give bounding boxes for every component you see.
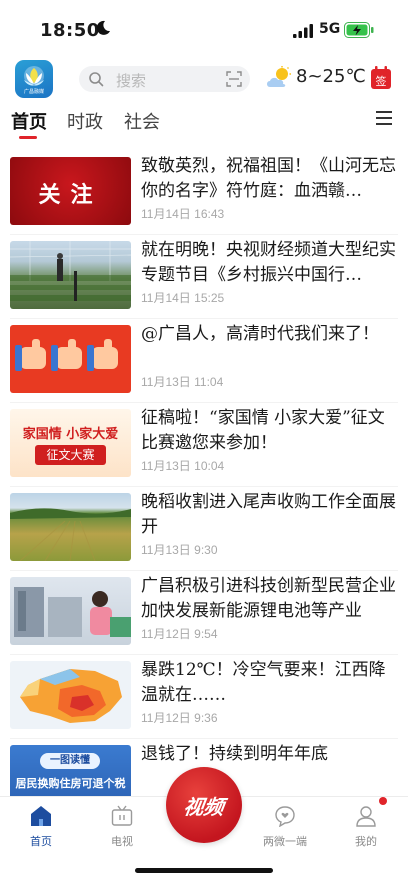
divider: [10, 738, 398, 739]
news-thumbnail: [10, 493, 131, 561]
weather-cloudy-sun-icon: [267, 66, 291, 87]
nav-mine[interactable]: 我的: [336, 805, 396, 849]
news-item[interactable]: @广昌人，高清时代我们来了！ 11月13日 11:04: [0, 322, 408, 406]
news-time: 11月12日 9:54: [141, 627, 218, 641]
news-thumbnail: 关注: [10, 157, 131, 225]
news-item[interactable]: 暴跌12℃！冷空气要来！江西降温就在…… 11月12日 9:36: [0, 658, 408, 742]
nav-home[interactable]: 首页: [11, 805, 71, 849]
news-time: 11月13日 11:04: [141, 375, 224, 389]
nav-tv[interactable]: 电视: [92, 805, 152, 849]
news-title: 就在明晚！央视财经频道大型纪实专题节目《乡村振兴中国行…: [141, 240, 396, 285]
news-thumbnail: [10, 325, 131, 393]
news-item[interactable]: 家国情 小家大爱 征文大赛 征稿啦！“家国情 小家大爱”征文比赛邀您来参加！ 1…: [0, 406, 408, 490]
thumb-caption-line1: 家国情 小家大爱: [22, 427, 119, 442]
search-icon: [89, 72, 104, 87]
nav-microsite[interactable]: 两微一端: [255, 805, 315, 849]
news-thumbnail: [10, 241, 131, 309]
tv-icon: [111, 805, 133, 826]
news-time: 11月13日 9:30: [141, 543, 218, 557]
news-title: 征稿啦！“家国情 小家大爱”征文比赛邀您来参加！: [141, 408, 385, 453]
thumbs-up-graphic: [15, 339, 118, 371]
calendar-sign-icon: 签: [371, 66, 391, 89]
factory-photo: [14, 587, 131, 637]
search-placeholder: 搜索: [116, 72, 147, 90]
user-icon: [356, 806, 376, 827]
active-tab-indicator: [19, 136, 37, 139]
news-title: 退钱了！持续到明年年底: [141, 744, 328, 764]
signal-icon: [293, 24, 313, 38]
divider: [10, 318, 398, 319]
news-item[interactable]: 关注 致敬英烈，祝福祖国！《山河无忘 你的名字》符竹庭：血洒赣… 11月14日 …: [0, 154, 408, 238]
menu-icon[interactable]: [376, 111, 392, 125]
sign-in-button[interactable]: 签: [370, 66, 392, 90]
video-button[interactable]: 视频: [166, 767, 242, 843]
home-icon: [31, 806, 51, 826]
news-title: @广昌人，高清时代我们来了！: [141, 324, 379, 344]
divider: [10, 486, 398, 487]
temperature-map: [20, 669, 122, 723]
sign-label: 签: [376, 74, 387, 88]
news-title: 广昌积极引进科技创新型民营企业 加快发展新能源锂电池等产业: [141, 576, 396, 621]
tab-politics[interactable]: 时政: [67, 108, 103, 134]
network-type: 5G: [319, 21, 341, 37]
thumb-caption-line1: 一图读懂: [40, 753, 100, 769]
divider: [10, 570, 398, 571]
nav-mine-label: 我的: [355, 835, 377, 848]
rice-field-photo: [10, 508, 131, 561]
news-thumbnail: 家国情 小家大爱 征文大赛: [10, 409, 131, 477]
heart-chat-icon: [275, 806, 295, 827]
home-indicator: [135, 868, 273, 873]
news-time: 11月12日 9:36: [141, 711, 218, 725]
news-item[interactable]: 就在明晚！央视财经频道大型纪实专题节目《乡村振兴中国行… 11月14日 15:2…: [0, 238, 408, 322]
thumb-caption: 关注: [38, 182, 103, 208]
news-thumbnail: [10, 577, 131, 645]
nav-tv-label: 电视: [111, 835, 133, 848]
status-time: 18:50: [40, 20, 100, 41]
battery-icon: [344, 22, 374, 38]
search-bar[interactable]: 搜索: [79, 66, 250, 92]
nav-microsite-label: 两微一端: [263, 835, 307, 848]
channel-tabs: 首页 时政 社会: [0, 108, 408, 140]
nav-home-label: 首页: [30, 835, 52, 848]
app-logo-label: 广昌融媒: [23, 89, 44, 95]
moon-icon: [96, 20, 110, 35]
news-title: 晚稻收割进入尾声收购工作全面展开: [141, 492, 396, 537]
video-button-label: 视频: [182, 795, 226, 819]
notification-dot: [379, 797, 387, 805]
app-logo[interactable]: 广昌融媒: [15, 60, 53, 98]
news-thumbnail: [10, 661, 131, 729]
thumb-caption-line2: 居民换购住房可退个税: [15, 777, 126, 790]
news-title: 致敬英烈，祝福祖国！《山河无忘 你的名字》符竹庭：血洒赣…: [141, 156, 396, 201]
news-title: 暴跌12℃！冷空气要来！江西降温就在……: [141, 660, 386, 705]
divider: [10, 234, 398, 235]
news-time: 11月14日 16:43: [141, 207, 225, 221]
news-time: 11月14日 15:25: [141, 291, 225, 305]
scan-icon[interactable]: [226, 71, 242, 87]
tab-home[interactable]: 首页: [11, 108, 47, 134]
thumb-caption-line2: 征文大赛: [35, 445, 106, 465]
status-bar: 18:50 5G: [0, 0, 408, 52]
news-item[interactable]: 晚稻收割进入尾声收购工作全面展开 11月13日 9:30: [0, 490, 408, 574]
news-item[interactable]: 广昌积极引进科技创新型民营企业 加快发展新能源锂电池等产业 11月12日 9:5…: [0, 574, 408, 658]
divider: [10, 402, 398, 403]
news-time: 11月13日 10:04: [141, 459, 225, 473]
farm-photo: [10, 241, 131, 301]
tab-society[interactable]: 社会: [124, 108, 160, 134]
temperature: 8~25℃: [296, 66, 366, 87]
divider: [10, 654, 398, 655]
